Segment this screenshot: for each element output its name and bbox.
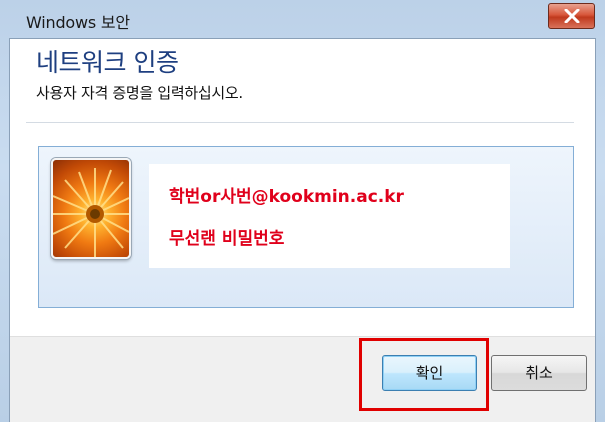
credential-hint-box: 학번or사번@kookmin.ac.kr 무선랜 비밀번호 (149, 164, 510, 268)
username-hint: 학번or사번@kookmin.ac.kr (169, 187, 404, 207)
close-icon (564, 9, 580, 23)
title-bar[interactable]: Windows 보안 (0, 0, 605, 40)
divider (26, 122, 574, 123)
dialog-subheading: 사용자 자격 증명을 입력하십시오. (36, 84, 243, 102)
ok-button-highlight (359, 338, 489, 411)
password-hint: 무선랜 비밀번호 (169, 229, 285, 249)
window-title: Windows 보안 (26, 13, 130, 32)
cancel-button[interactable]: 취소 (491, 355, 587, 391)
dialog-heading: 네트워크 인증 (36, 48, 179, 77)
window-frame: Windows 보안 네트워크 인증 사용자 자격 증명을 입력하십시오. 학번… (0, 0, 605, 422)
user-avatar-flower-icon (51, 158, 131, 259)
credential-tile[interactable]: 학번or사번@kookmin.ac.kr 무선랜 비밀번호 (38, 146, 574, 308)
close-button[interactable] (548, 3, 595, 29)
